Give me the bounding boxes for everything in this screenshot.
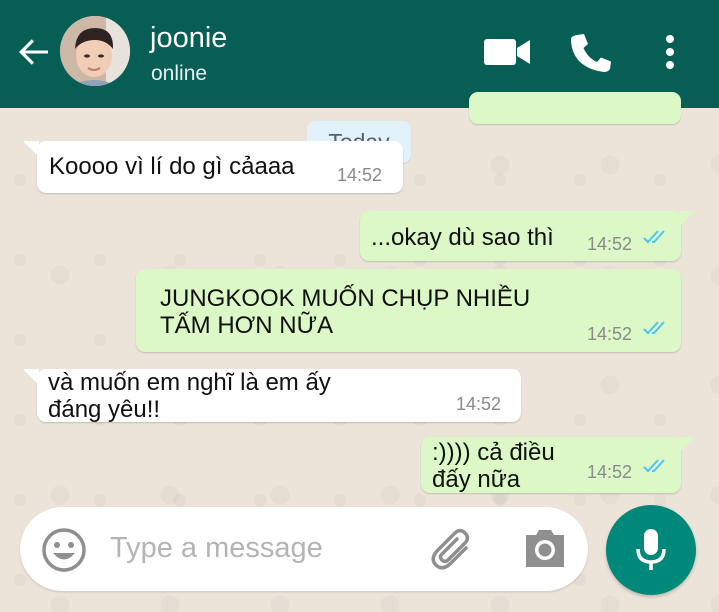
bubble-tail — [23, 369, 39, 385]
message-text-line: đấy nữa — [432, 466, 521, 493]
emoji-icon[interactable] — [40, 526, 88, 574]
message-time: 14:52 — [456, 394, 502, 414]
camera-icon[interactable] — [522, 527, 568, 571]
back-arrow-icon[interactable] — [14, 32, 54, 72]
message-time: 14:52 — [587, 462, 633, 482]
message-bubble-outgoing[interactable]: :)))) cả điều đấy nữa 14:52 — [421, 437, 681, 493]
bubble-tail — [679, 437, 695, 453]
more-options-icon[interactable] — [652, 30, 688, 74]
message-bubble-incoming[interactable]: và muốn em nghĩ là em ấy đáng yêu!! 14:5… — [37, 369, 521, 423]
message-bubble-outgoing[interactable]: JUNGKOOK MUỐN CHỤP NHIỀU TẤM HƠN NỮA 14:… — [136, 269, 681, 352]
video-call-icon[interactable] — [482, 30, 532, 74]
contact-name[interactable]: joonie — [150, 22, 227, 55]
message-text: ...okay dù sao thì — [371, 224, 554, 251]
message-bubble-partial — [469, 92, 681, 124]
message-bubble-incoming[interactable]: Koooo vì lí do gì cảaaa 14:52 — [37, 141, 403, 193]
contact-avatar[interactable] — [60, 16, 130, 86]
read-receipt-icon — [643, 459, 665, 473]
message-text-line: và muốn em nghĩ là em ấy — [48, 369, 331, 396]
voice-call-icon[interactable] — [568, 30, 614, 74]
contact-status: online — [151, 62, 208, 85]
bubble-tail — [679, 211, 695, 227]
message-bubble-outgoing[interactable]: ...okay dù sao thì 14:52 — [360, 211, 681, 261]
message-text: Koooo vì lí do gì cảaaa — [49, 153, 295, 180]
message-text-line: JUNGKOOK MUỐN CHỤP NHIỀU — [160, 285, 531, 312]
attach-paperclip-icon[interactable] — [428, 524, 478, 574]
read-receipt-icon — [643, 321, 665, 335]
message-time: 14:52 — [587, 324, 633, 344]
message-time: 14:52 — [587, 234, 633, 254]
message-input[interactable] — [110, 525, 410, 571]
message-text-line: TẤM HƠN NỮA — [160, 312, 334, 339]
read-receipt-icon — [643, 230, 665, 244]
voice-record-button[interactable] — [606, 505, 696, 595]
bubble-tail — [23, 141, 39, 157]
message-text-line: :)))) cả điều — [432, 439, 555, 466]
microphone-icon — [636, 529, 666, 570]
message-time: 14:52 — [337, 165, 383, 185]
message-text-line: đáng yêu!! — [48, 396, 161, 423]
